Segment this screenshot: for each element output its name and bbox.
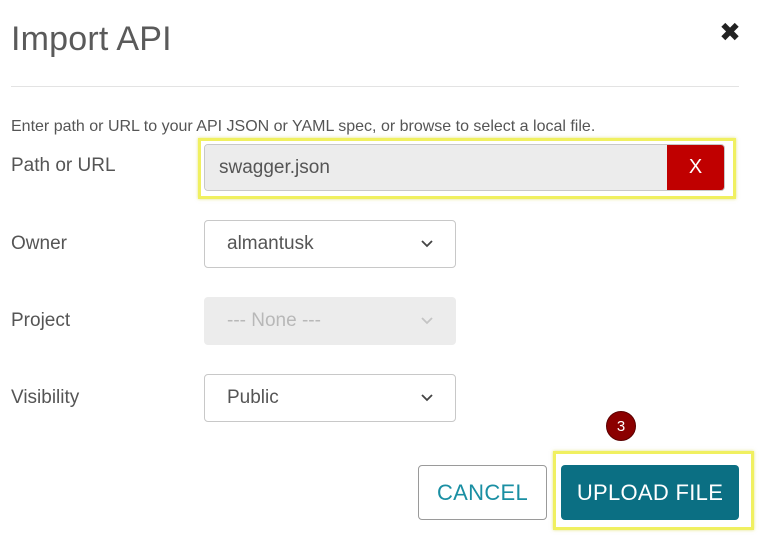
owner-select[interactable]: almantusk <box>204 220 456 268</box>
visibility-label: Visibility <box>11 387 80 408</box>
import-api-dialog: Import API ✖ Enter path or URL to your A… <box>0 0 767 547</box>
upload-file-button[interactable]: UPLOAD FILE <box>561 465 739 520</box>
dialog-title: Import API <box>11 20 172 58</box>
header-divider <box>11 86 739 87</box>
chevron-down-icon <box>420 391 434 405</box>
owner-label: Owner <box>11 233 67 254</box>
instructions-text: Enter path or URL to your API JSON or YA… <box>11 118 596 135</box>
visibility-select[interactable]: Public <box>204 374 456 422</box>
project-label: Project <box>11 310 71 331</box>
project-select: --- None --- <box>204 297 456 345</box>
path-input[interactable] <box>205 145 667 190</box>
close-button[interactable]: ✖ <box>716 18 744 46</box>
project-value: --- None --- <box>227 310 321 331</box>
chevron-down-icon <box>420 314 434 328</box>
chevron-down-icon <box>420 237 434 251</box>
cancel-button[interactable]: CANCEL <box>418 465 547 520</box>
visibility-value: Public <box>227 387 279 408</box>
path-label: Path or URL <box>11 155 116 176</box>
path-input-group: X <box>204 144 725 191</box>
owner-value: almantusk <box>227 233 314 254</box>
close-icon: ✖ <box>719 17 741 47</box>
step-badge: 3 <box>606 411 636 441</box>
clear-path-button[interactable]: X <box>667 145 724 190</box>
